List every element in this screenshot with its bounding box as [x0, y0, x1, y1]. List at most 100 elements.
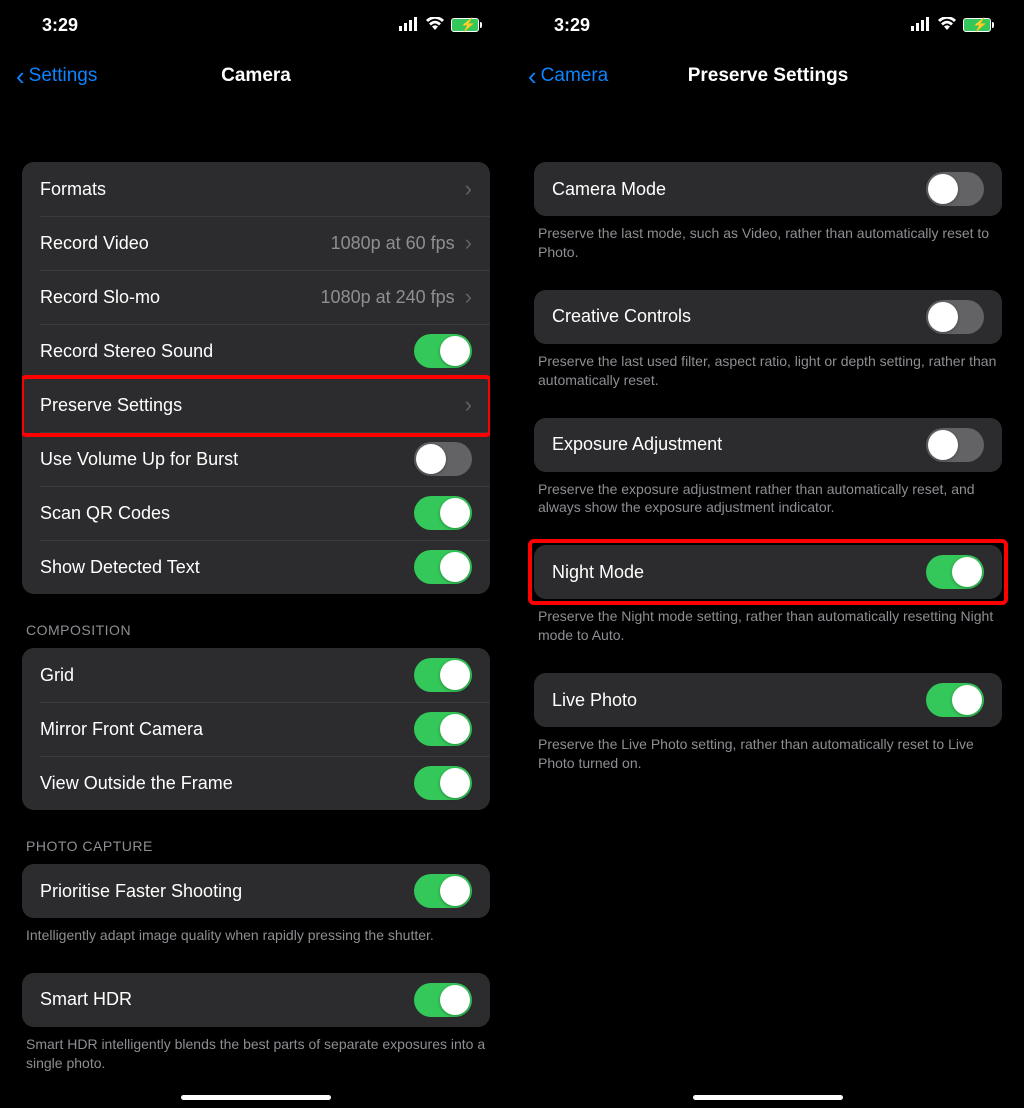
back-button[interactable]: ‹ Settings: [16, 61, 97, 92]
row-creative-controls[interactable]: Creative Controls: [534, 290, 1002, 344]
section-footer: Preserve the exposure adjustment rather …: [534, 472, 1002, 518]
row-volume-burst[interactable]: Use Volume Up for Burst: [22, 432, 490, 486]
row-label: Exposure Adjustment: [552, 434, 926, 455]
section-footer: Preserve the last used filter, aspect ra…: [534, 344, 1002, 390]
back-button[interactable]: ‹ Camera: [528, 61, 608, 92]
row-stereo-sound[interactable]: Record Stereo Sound: [22, 324, 490, 378]
row-faster-shooting[interactable]: Prioritise Faster Shooting: [22, 864, 490, 918]
status-bar: 3:29 ⚡: [0, 0, 512, 50]
group-main: Formats › Record Video 1080p at 60 fps ›…: [22, 162, 490, 594]
row-label: Scan QR Codes: [40, 503, 414, 524]
status-bar: 3:29 ⚡: [512, 0, 1024, 50]
toggle-night-mode[interactable]: [926, 555, 984, 589]
page-title: Camera: [221, 65, 291, 87]
section-header: PHOTO CAPTURE: [22, 838, 490, 864]
section-footer: Preserve the last mode, such as Video, r…: [534, 216, 1002, 262]
row-record-slomo[interactable]: Record Slo-mo 1080p at 240 fps ›: [22, 270, 490, 324]
group-camera-mode: Camera Mode: [534, 162, 1002, 216]
row-detected-text[interactable]: Show Detected Text: [22, 540, 490, 594]
row-exposure-adjustment[interactable]: Exposure Adjustment: [534, 418, 1002, 472]
content: Camera Mode Preserve the last mode, such…: [512, 102, 1024, 861]
section-smart-hdr: Smart HDR Smart HDR intelligently blends…: [22, 973, 490, 1073]
section-main: Formats › Record Video 1080p at 60 fps ›…: [22, 162, 490, 594]
row-label: Formats: [40, 179, 465, 200]
row-night-mode[interactable]: Night Mode: [534, 545, 1002, 599]
content: Formats › Record Video 1080p at 60 fps ›…: [0, 102, 512, 1108]
row-label: Use Volume Up for Burst: [40, 449, 414, 470]
row-label: Preserve Settings: [40, 395, 465, 416]
toggle-stereo[interactable]: [414, 334, 472, 368]
row-label: Record Video: [40, 233, 331, 254]
chevron-right-icon: ›: [465, 392, 472, 418]
row-formats[interactable]: Formats ›: [22, 162, 490, 216]
toggle-grid[interactable]: [414, 658, 472, 692]
row-label: Mirror Front Camera: [40, 719, 414, 740]
row-label: Creative Controls: [552, 306, 926, 327]
row-view-outside-frame[interactable]: View Outside the Frame: [22, 756, 490, 810]
toggle-hdr[interactable]: [414, 983, 472, 1017]
status-time: 3:29: [42, 15, 78, 36]
row-mirror-front[interactable]: Mirror Front Camera: [22, 702, 490, 756]
chevron-right-icon: ›: [465, 176, 472, 202]
section-photo-capture: PHOTO CAPTURE Prioritise Faster Shooting…: [22, 838, 490, 945]
row-label: Show Detected Text: [40, 557, 414, 578]
section-footer: Smart HDR intelligently blends the best …: [22, 1027, 490, 1073]
wifi-icon: [937, 15, 957, 36]
toggle-camera-mode[interactable]: [926, 172, 984, 206]
toggle-live-photo[interactable]: [926, 683, 984, 717]
section-footer: Preserve the Night mode setting, rather …: [534, 599, 1002, 645]
status-icons: ⚡: [911, 15, 994, 36]
row-label: Grid: [40, 665, 414, 686]
group-faster: Prioritise Faster Shooting: [22, 864, 490, 918]
group-creative: Creative Controls: [534, 290, 1002, 344]
section-night-mode: Night Mode Preserve the Night mode setti…: [534, 545, 1002, 645]
row-record-video[interactable]: Record Video 1080p at 60 fps ›: [22, 216, 490, 270]
toggle-scan-qr[interactable]: [414, 496, 472, 530]
chevron-right-icon: ›: [465, 230, 472, 256]
section-creative-controls: Creative Controls Preserve the last used…: [534, 290, 1002, 390]
group-live: Live Photo: [534, 673, 1002, 727]
nav-bar: ‹ Camera Preserve Settings: [512, 50, 1024, 102]
section-camera-mode: Camera Mode Preserve the last mode, such…: [534, 162, 1002, 262]
page-title: Preserve Settings: [688, 65, 849, 87]
row-label: Live Photo: [552, 690, 926, 711]
status-time: 3:29: [554, 15, 590, 36]
section-composition: COMPOSITION Grid Mirror Front Camera Vie…: [22, 622, 490, 810]
row-label: Camera Mode: [552, 179, 926, 200]
chevron-right-icon: ›: [465, 284, 472, 310]
row-value: 1080p at 240 fps: [321, 287, 455, 308]
toggle-faster[interactable]: [414, 874, 472, 908]
home-indicator[interactable]: [693, 1095, 843, 1100]
battery-icon: ⚡: [451, 18, 482, 32]
row-label: Night Mode: [552, 562, 926, 583]
nav-bar: ‹ Settings Camera: [0, 50, 512, 102]
section-live-photo: Live Photo Preserve the Live Photo setti…: [534, 673, 1002, 773]
row-label: Prioritise Faster Shooting: [40, 881, 414, 902]
toggle-exposure[interactable]: [926, 428, 984, 462]
group-night: Night Mode: [534, 545, 1002, 599]
row-preserve-settings[interactable]: Preserve Settings ›: [22, 378, 490, 432]
toggle-mirror-front[interactable]: [414, 712, 472, 746]
row-label: Record Stereo Sound: [40, 341, 414, 362]
toggle-view-outside[interactable]: [414, 766, 472, 800]
chevron-left-icon: ‹: [528, 61, 537, 92]
cellular-icon: [911, 15, 931, 36]
row-label: Smart HDR: [40, 989, 414, 1010]
toggle-detected-text[interactable]: [414, 550, 472, 584]
section-footer: Preserve the Live Photo setting, rather …: [534, 727, 1002, 773]
group-composition: Grid Mirror Front Camera View Outside th…: [22, 648, 490, 810]
row-smart-hdr[interactable]: Smart HDR: [22, 973, 490, 1027]
section-header: COMPOSITION: [22, 622, 490, 648]
row-scan-qr[interactable]: Scan QR Codes: [22, 486, 490, 540]
toggle-creative[interactable]: [926, 300, 984, 334]
group-exposure: Exposure Adjustment: [534, 418, 1002, 472]
screen-preserve-settings: 3:29 ⚡ ‹ Camera Preserve Settings Camera…: [512, 0, 1024, 1108]
row-live-photo[interactable]: Live Photo: [534, 673, 1002, 727]
row-grid[interactable]: Grid: [22, 648, 490, 702]
home-indicator[interactable]: [181, 1095, 331, 1100]
screen-camera-settings: 3:29 ⚡ ‹ Settings Camera Formats ›: [0, 0, 512, 1108]
toggle-volume-burst[interactable]: [414, 442, 472, 476]
row-label: Record Slo-mo: [40, 287, 321, 308]
back-label: Settings: [29, 65, 98, 87]
row-camera-mode[interactable]: Camera Mode: [534, 162, 1002, 216]
